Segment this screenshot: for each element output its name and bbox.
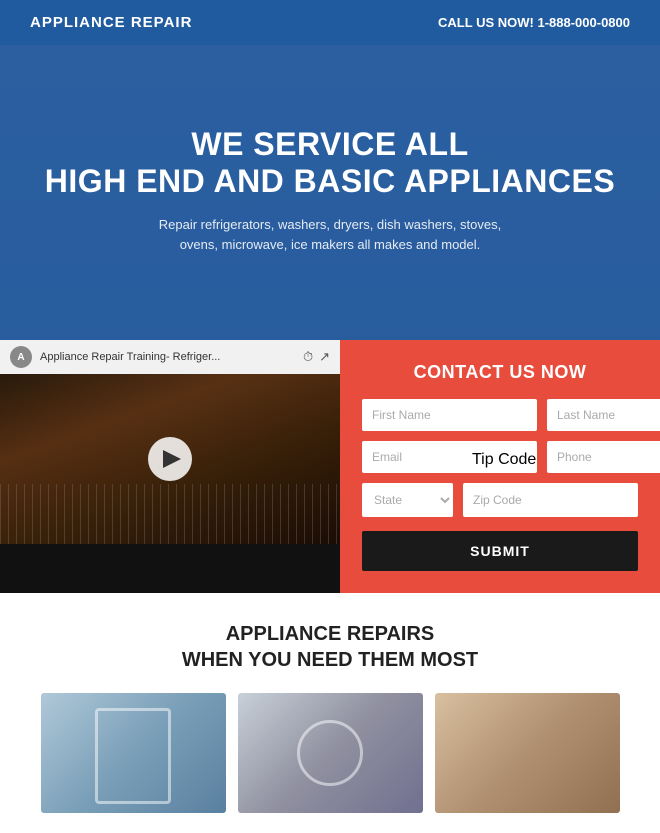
share-icon[interactable]: ↗ xyxy=(319,349,330,365)
watch-later-icon[interactable]: ⏱ xyxy=(303,349,313,365)
location-row: State ALAKAZCA COFLGAIL NYTX xyxy=(362,483,638,517)
washer-image xyxy=(238,693,423,813)
contact-form-panel: CONTACT US NOW State ALAKAZCA COFLGAIL N… xyxy=(340,340,660,593)
state-select[interactable]: State ALAKAZCA COFLGAIL NYTX xyxy=(362,483,453,517)
email-input[interactable] xyxy=(362,441,537,473)
site-header: APPLIANCE REPAIR CALL US NOW! 1-888-000-… xyxy=(0,0,660,45)
contact-form: State ALAKAZCA COFLGAIL NYTX SUBMIT xyxy=(362,399,638,571)
video-thumbnail[interactable] xyxy=(0,374,340,544)
video-title: Appliance Repair Training- Refriger... xyxy=(40,351,295,363)
lower-section: APPLIANCE REPAIRS WHEN YOU NEED THEM MOS… xyxy=(0,593,660,833)
card-fridge xyxy=(41,693,226,813)
stove-image xyxy=(435,693,620,813)
lower-title-line1: APPLIANCE REPAIRS xyxy=(226,623,435,645)
video-decoration xyxy=(0,484,340,544)
hero-title-line1: WE SERVICE ALL xyxy=(191,126,468,162)
cta-prefix: CALL US NOW! xyxy=(438,15,534,30)
hero-section: WE SERVICE ALL HIGH END AND BASIC APPLIA… xyxy=(0,0,660,340)
contact-row xyxy=(362,441,638,473)
hero-title: WE SERVICE ALL HIGH END AND BASIC APPLIA… xyxy=(45,126,615,200)
phone-input[interactable] xyxy=(547,441,660,473)
video-avatar: A xyxy=(10,346,32,368)
content-section: A Appliance Repair Training- Refriger...… xyxy=(0,340,660,593)
card-stove xyxy=(435,693,620,813)
phone-number[interactable]: 1-888-000-0800 xyxy=(537,15,630,30)
video-toolbar-icons: ⏱ ↗ xyxy=(303,349,330,365)
fridge-image xyxy=(41,693,226,813)
video-panel: A Appliance Repair Training- Refriger...… xyxy=(0,340,340,593)
lower-title: APPLIANCE REPAIRS WHEN YOU NEED THEM MOS… xyxy=(30,621,630,673)
play-button[interactable] xyxy=(148,437,192,481)
video-toolbar: A Appliance Repair Training- Refriger...… xyxy=(0,340,340,374)
card-washer xyxy=(238,693,423,813)
name-row xyxy=(362,399,638,431)
hero-title-line2: HIGH END AND BASIC APPLIANCES xyxy=(45,163,615,199)
header-phone: CALL US NOW! 1-888-000-0800 xyxy=(438,15,630,30)
hero-content: WE SERVICE ALL HIGH END AND BASIC APPLIA… xyxy=(5,66,655,275)
form-title: CONTACT US NOW xyxy=(362,362,638,383)
last-name-input[interactable] xyxy=(547,399,660,431)
lower-cards xyxy=(30,693,630,813)
first-name-input[interactable] xyxy=(362,399,537,431)
site-logo: APPLIANCE REPAIR xyxy=(30,14,192,31)
hero-subtitle: Repair refrigerators, washers, dryers, d… xyxy=(140,215,520,254)
submit-button[interactable]: SUBMIT xyxy=(362,531,638,571)
lower-title-line2: WHEN YOU NEED THEM MOST xyxy=(182,649,478,671)
zip-input[interactable] xyxy=(463,483,638,517)
